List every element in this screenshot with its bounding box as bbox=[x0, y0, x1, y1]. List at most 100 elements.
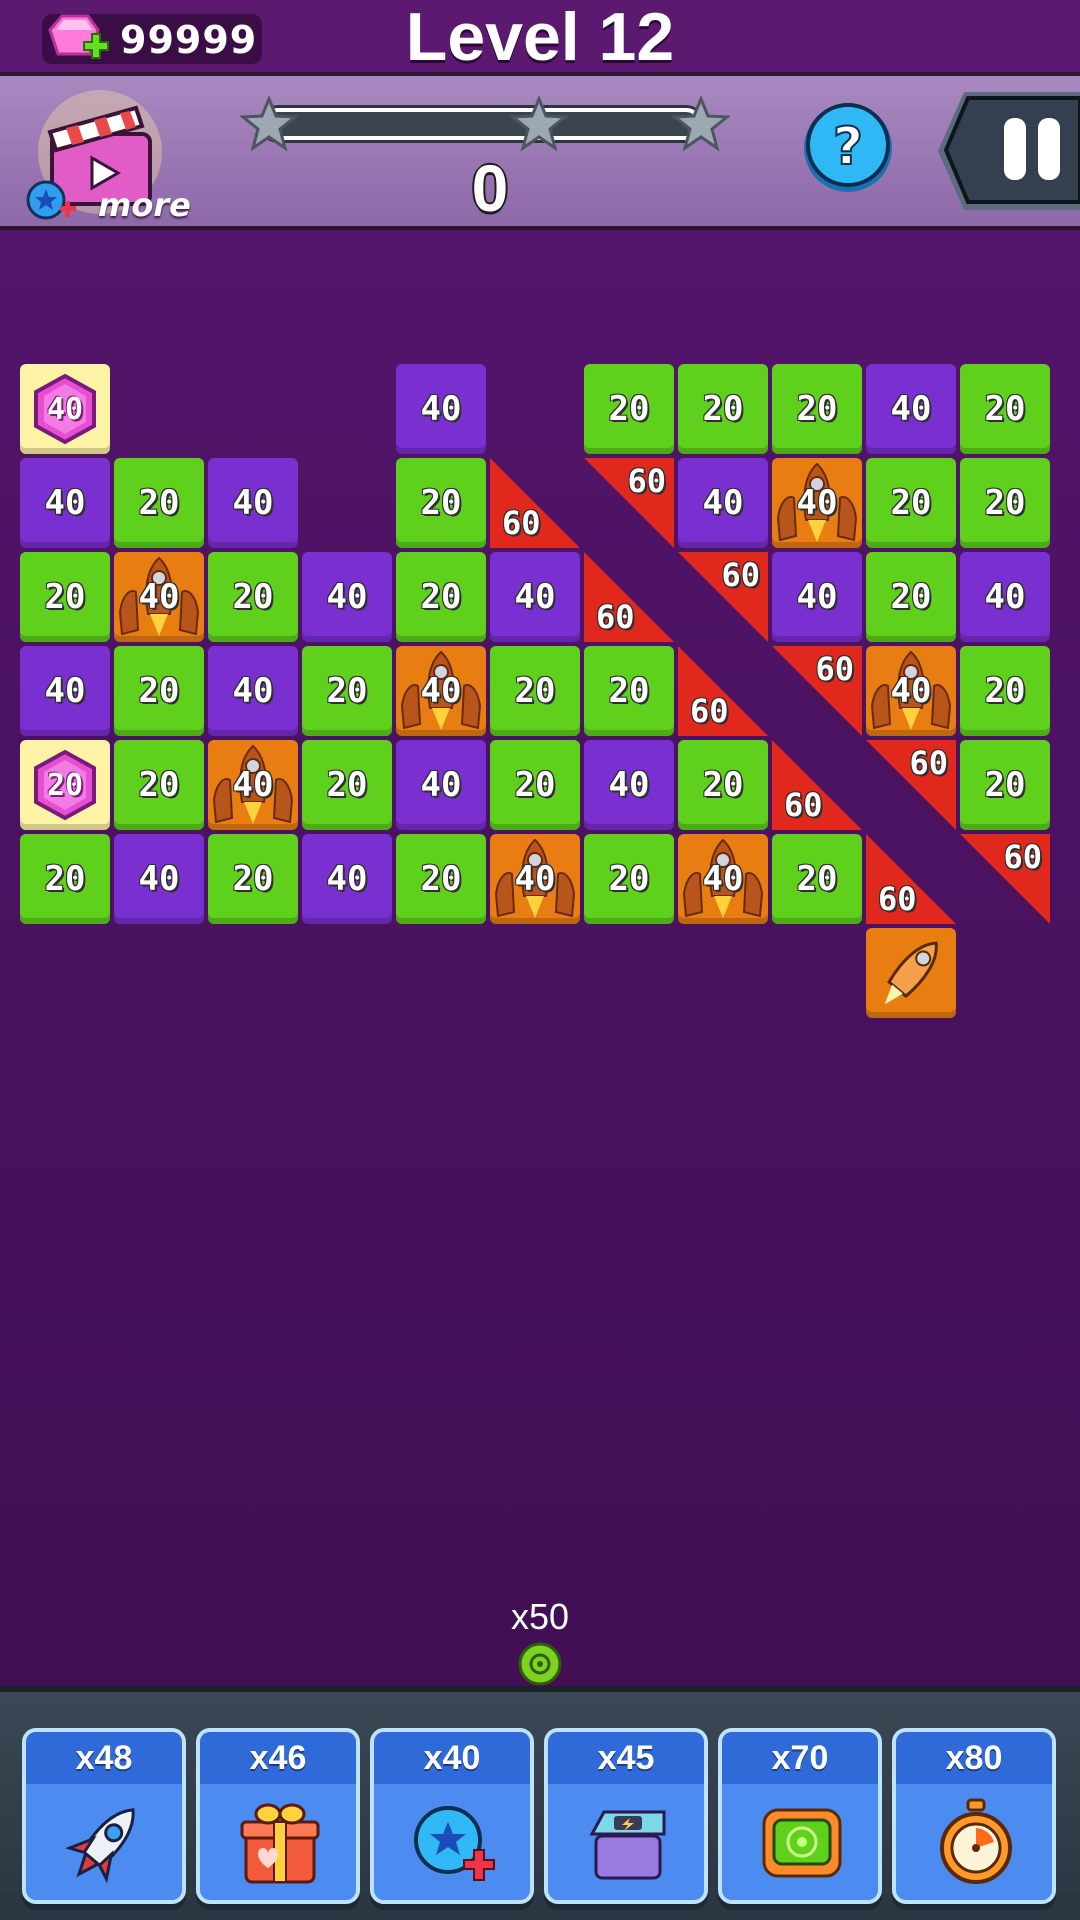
brick-value: 20 bbox=[608, 671, 650, 711]
powerup-count: x45 bbox=[548, 1732, 704, 1784]
triangle-brick: 60 bbox=[960, 834, 1050, 924]
purple-brick: 40 bbox=[866, 364, 956, 454]
brick-value: 40 bbox=[138, 577, 180, 617]
brick-value: 60 bbox=[690, 692, 729, 730]
star-ball-plus-icon bbox=[414, 1806, 495, 1881]
brick-value: 20 bbox=[984, 671, 1026, 711]
star-2-icon bbox=[510, 96, 568, 152]
brick-value: 20 bbox=[796, 389, 838, 429]
brick-value: 20 bbox=[326, 671, 368, 711]
purple-brick: 40 bbox=[490, 552, 580, 642]
powerup-count: x80 bbox=[896, 1732, 1052, 1784]
brick-value: 40 bbox=[890, 671, 932, 711]
brick-value: 40 bbox=[608, 765, 650, 805]
purple-brick: 40 bbox=[772, 552, 862, 642]
rocket-brick: 40 bbox=[678, 834, 768, 924]
brick-value: 40 bbox=[44, 671, 86, 711]
rocket-icon bbox=[65, 1808, 135, 1884]
brick-value: 20 bbox=[514, 671, 556, 711]
brick-value: 40 bbox=[138, 859, 180, 899]
rocket-brick: 40 bbox=[208, 740, 298, 830]
triangle-brick: 60 bbox=[584, 458, 674, 548]
brick-value: 40 bbox=[326, 577, 368, 617]
brick-value: 40 bbox=[232, 483, 274, 523]
green-brick: 20 bbox=[302, 646, 392, 736]
rocket-pickup: 6 bbox=[866, 928, 956, 1018]
powerup-extra-ball[interactable]: x40 bbox=[370, 1728, 534, 1904]
brick-value: 40 bbox=[420, 765, 462, 805]
green-brick: 20 bbox=[960, 364, 1050, 454]
green-brick: 20 bbox=[20, 834, 110, 924]
brick-value: 60 bbox=[815, 650, 854, 688]
triangle-brick: 60 bbox=[772, 646, 862, 736]
powerup-lightning-box[interactable]: x45 bbox=[544, 1728, 708, 1904]
brick-value: 40 bbox=[890, 389, 932, 429]
green-brick: 20 bbox=[584, 834, 674, 924]
purple-brick: 40 bbox=[114, 834, 204, 924]
rocket-brick: 40 bbox=[396, 646, 486, 736]
ball-launcher[interactable] bbox=[518, 1642, 562, 1686]
green-brick: 20 bbox=[960, 646, 1050, 736]
triangle-brick: 60 bbox=[866, 834, 956, 924]
purple-brick: 40 bbox=[302, 834, 392, 924]
brick-value: 40 bbox=[232, 765, 274, 805]
green-brick: 20 bbox=[960, 458, 1050, 548]
ball-count: x50 bbox=[510, 1596, 570, 1637]
brick-value: 20 bbox=[796, 859, 838, 899]
brick-value: 20 bbox=[702, 389, 744, 429]
green-brick: 20 bbox=[960, 740, 1050, 830]
brick-value: 60 bbox=[627, 462, 666, 500]
brick-value: 20 bbox=[420, 483, 462, 523]
brick-value: 20 bbox=[420, 577, 462, 617]
green-brick: 20 bbox=[114, 458, 204, 548]
purple-brick: 40 bbox=[208, 646, 298, 736]
green-brick: 20 bbox=[396, 458, 486, 548]
green-brick: 20 bbox=[584, 364, 674, 454]
score-progress-bar bbox=[262, 108, 702, 140]
triangle-brick: 60 bbox=[678, 646, 768, 736]
powerup-radar[interactable]: x70 bbox=[718, 1728, 882, 1904]
powerup-tray: x48 x46 x40 x45 x70 x80 bbox=[0, 1686, 1080, 1920]
brick-value: 60 bbox=[502, 504, 541, 542]
brick-value: 20 bbox=[702, 765, 744, 805]
brick-value: 40 bbox=[796, 577, 838, 617]
brick-value: 40 bbox=[420, 389, 462, 429]
green-brick: 20 bbox=[772, 364, 862, 454]
brick-value: 40 bbox=[514, 577, 556, 617]
brick-value: 40 bbox=[984, 577, 1026, 617]
green-brick: 20 bbox=[208, 834, 298, 924]
triangle-brick: 60 bbox=[772, 740, 862, 830]
watch-video-button[interactable]: more bbox=[20, 88, 191, 224]
radar-screen-icon bbox=[762, 1808, 842, 1878]
brick-value: 40 bbox=[326, 859, 368, 899]
powerup-rocket[interactable]: x48 bbox=[22, 1728, 186, 1904]
brick-value: 60 bbox=[909, 744, 948, 782]
brick-value: 40 bbox=[420, 671, 462, 711]
gem-brick: 40 bbox=[20, 364, 110, 454]
pause-icon bbox=[1004, 118, 1026, 180]
brick-value: 40 bbox=[514, 859, 556, 899]
powerup-timer[interactable]: x80 bbox=[892, 1728, 1056, 1904]
brick-value: 20 bbox=[608, 859, 650, 899]
rocket-brick: 40 bbox=[114, 552, 204, 642]
pause-button[interactable] bbox=[934, 86, 1080, 216]
green-brick: 20 bbox=[396, 552, 486, 642]
rocket-brick: 40 bbox=[772, 458, 862, 548]
powerup-count: x40 bbox=[374, 1732, 530, 1784]
brick-value: 6 bbox=[900, 953, 922, 993]
triangle-brick: 60 bbox=[490, 458, 580, 548]
brick-value: 20 bbox=[138, 671, 180, 711]
powerup-gift[interactable]: x46 bbox=[196, 1728, 360, 1904]
brick-value: 20 bbox=[232, 859, 274, 899]
brick-value: 40 bbox=[232, 671, 274, 711]
powerup-count: x70 bbox=[722, 1732, 878, 1784]
green-brick: 20 bbox=[490, 740, 580, 830]
help-button[interactable]: ? bbox=[800, 100, 896, 196]
brick-value: 40 bbox=[796, 483, 838, 523]
brick-value: 20 bbox=[138, 765, 180, 805]
brick-value: 20 bbox=[326, 765, 368, 805]
purple-brick: 40 bbox=[584, 740, 674, 830]
brick-value: 40 bbox=[702, 859, 744, 899]
brick-value: 20 bbox=[984, 483, 1026, 523]
green-brick: 20 bbox=[866, 552, 956, 642]
